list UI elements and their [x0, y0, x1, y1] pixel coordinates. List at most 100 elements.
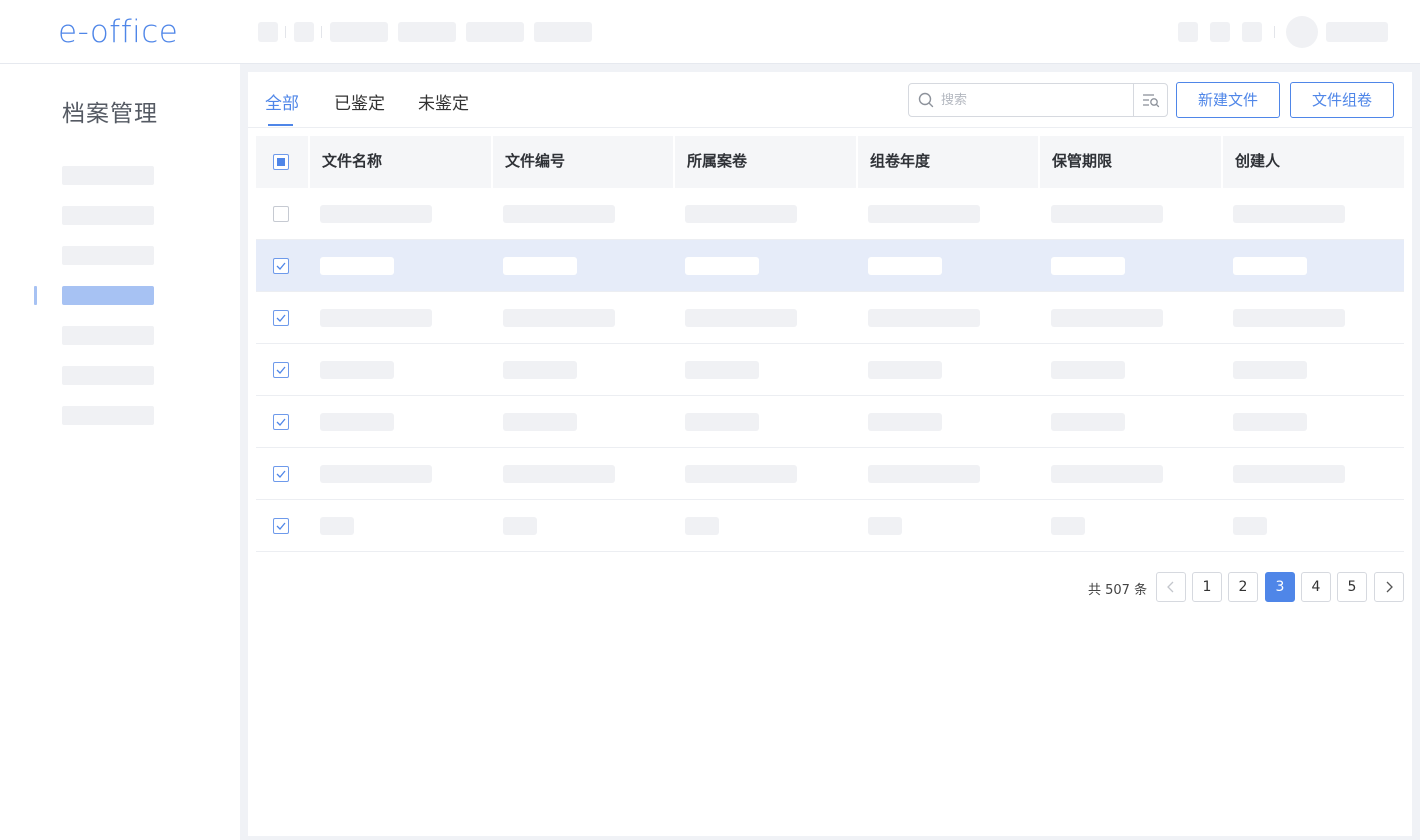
- table-row[interactable]: [256, 292, 1404, 344]
- pagination-page-current[interactable]: 3: [1265, 572, 1295, 602]
- filter-search-icon: [1142, 92, 1160, 112]
- sidebar-item[interactable]: [62, 406, 154, 425]
- search-icon: [918, 92, 934, 108]
- cell-placeholder: [685, 205, 797, 223]
- active-tab-indicator: [268, 124, 293, 126]
- column-header-retention[interactable]: 保管期限: [1038, 136, 1221, 188]
- pagination-prev-button[interactable]: [1156, 572, 1186, 602]
- app-logo[interactable]: e-office: [58, 12, 178, 52]
- cell-placeholder: [868, 257, 942, 275]
- pagination-page[interactable]: 4: [1301, 572, 1331, 602]
- header-placeholder-icon[interactable]: [258, 22, 278, 42]
- cell-placeholder: [685, 361, 759, 379]
- cell-placeholder: [1051, 465, 1163, 483]
- cell-placeholder: [1233, 257, 1307, 275]
- cell-placeholder: [503, 257, 577, 275]
- cell-placeholder: [1051, 413, 1125, 431]
- cell-placeholder: [868, 309, 980, 327]
- table-row[interactable]: [256, 448, 1404, 500]
- cell-placeholder: [1233, 309, 1345, 327]
- header-divider: [285, 26, 286, 38]
- header-placeholder-icon[interactable]: [294, 22, 314, 42]
- pagination-total: 共 507 条: [1088, 583, 1148, 598]
- cell-placeholder: [320, 413, 394, 431]
- cell-placeholder: [868, 361, 942, 379]
- column-header-year[interactable]: 组卷年度: [856, 136, 1038, 188]
- cell-placeholder: [1233, 517, 1267, 535]
- pagination-page[interactable]: 1: [1192, 572, 1222, 602]
- row-checkbox[interactable]: [273, 310, 289, 326]
- avatar[interactable]: [1286, 16, 1318, 48]
- cell-placeholder: [868, 465, 980, 483]
- cell-placeholder: [1051, 361, 1125, 379]
- header-divider: [321, 26, 322, 38]
- advanced-search-button[interactable]: [1133, 84, 1168, 116]
- pagination-next-button[interactable]: [1374, 572, 1404, 602]
- sidebar-item[interactable]: [62, 326, 154, 345]
- cell-placeholder: [320, 205, 432, 223]
- header-action-icon[interactable]: [1242, 22, 1262, 42]
- cell-placeholder: [320, 517, 354, 535]
- chevron-left-icon: [1167, 581, 1174, 593]
- cell-placeholder: [503, 309, 615, 327]
- user-name-placeholder[interactable]: [1326, 22, 1388, 42]
- header-action-icon[interactable]: [1178, 22, 1198, 42]
- cell-placeholder: [1233, 361, 1307, 379]
- table-row[interactable]: [256, 240, 1404, 292]
- column-header-file-name[interactable]: 文件名称: [308, 136, 491, 188]
- cell-placeholder: [868, 413, 942, 431]
- row-checkbox[interactable]: [273, 518, 289, 534]
- pagination-page[interactable]: 5: [1337, 572, 1367, 602]
- row-checkbox[interactable]: [273, 258, 289, 274]
- header-nav-placeholder[interactable]: [330, 22, 388, 42]
- select-all-checkbox[interactable]: [273, 154, 289, 170]
- search-box: [908, 83, 1168, 117]
- row-checkbox[interactable]: [273, 466, 289, 482]
- cell-placeholder: [503, 361, 577, 379]
- table-row[interactable]: [256, 188, 1404, 240]
- tab-all[interactable]: 全部: [265, 92, 299, 116]
- column-header-creator[interactable]: 创建人: [1221, 136, 1404, 188]
- search-input[interactable]: [941, 88, 1127, 112]
- cell-placeholder: [320, 465, 432, 483]
- header-nav-placeholder[interactable]: [534, 22, 592, 42]
- cell-placeholder: [1233, 413, 1307, 431]
- cell-placeholder: [685, 257, 759, 275]
- row-checkbox[interactable]: [273, 362, 289, 378]
- sidebar-item[interactable]: [62, 166, 154, 185]
- cell-placeholder: [1051, 205, 1163, 223]
- table-header: 文件名称 文件编号 所属案卷 组卷年度 保管期限 创建人: [256, 136, 1404, 188]
- cell-placeholder: [685, 465, 797, 483]
- cell-placeholder: [685, 413, 759, 431]
- sidebar-item[interactable]: [62, 246, 154, 265]
- sidebar-item-active[interactable]: [62, 286, 154, 305]
- tab-appraised[interactable]: 已鉴定: [334, 92, 385, 116]
- group-volume-button[interactable]: 文件组卷: [1290, 82, 1394, 118]
- cell-placeholder: [1233, 205, 1345, 223]
- pagination-page[interactable]: 2: [1228, 572, 1258, 602]
- row-checkbox[interactable]: [273, 414, 289, 430]
- cell-placeholder: [685, 517, 719, 535]
- header-nav-placeholder[interactable]: [466, 22, 524, 42]
- sidebar-title: 档案管理: [62, 101, 158, 127]
- header-action-icon[interactable]: [1210, 22, 1230, 42]
- tab-unappraised[interactable]: 未鉴定: [418, 92, 469, 116]
- cell-placeholder: [503, 465, 615, 483]
- cell-placeholder: [1051, 517, 1085, 535]
- cell-placeholder: [685, 309, 797, 327]
- table-row[interactable]: [256, 500, 1404, 552]
- sidebar-item[interactable]: [62, 366, 154, 385]
- cell-placeholder: [1233, 465, 1345, 483]
- cell-placeholder: [503, 517, 537, 535]
- table-row[interactable]: [256, 396, 1404, 448]
- top-header: e-office: [0, 0, 1420, 64]
- column-header-file-number[interactable]: 文件编号: [491, 136, 673, 188]
- new-file-button[interactable]: 新建文件: [1176, 82, 1280, 118]
- sidebar-item[interactable]: [62, 206, 154, 225]
- cell-placeholder: [503, 413, 577, 431]
- header-nav-placeholder[interactable]: [398, 22, 456, 42]
- column-header-volume[interactable]: 所属案卷: [673, 136, 856, 188]
- tab-bar: 全部 已鉴定 未鉴定 新建文件 文件组: [248, 72, 1412, 128]
- table-row[interactable]: [256, 344, 1404, 396]
- row-checkbox[interactable]: [273, 206, 289, 222]
